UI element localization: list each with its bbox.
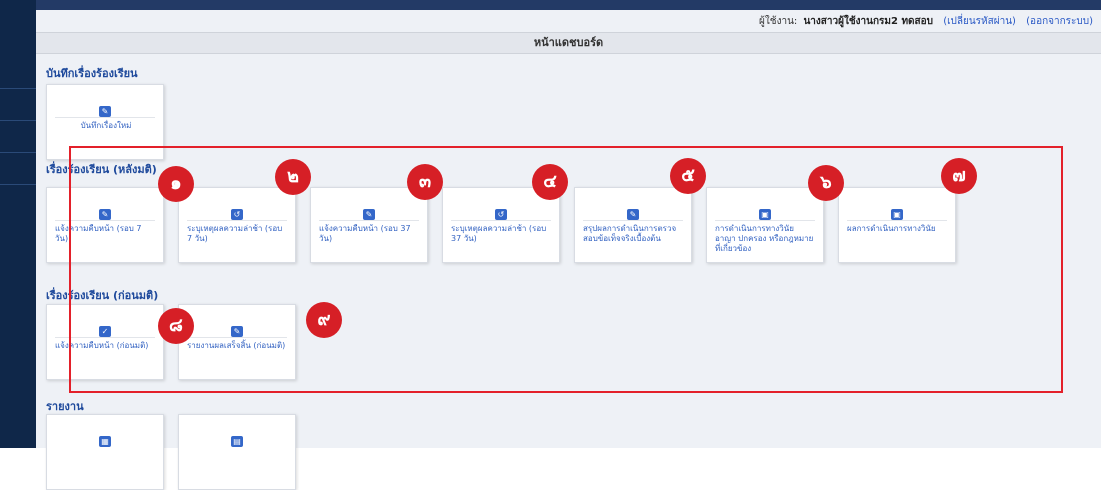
annotation-badge-9: ๙: [306, 302, 342, 338]
section-title-record: บันทึกเรื่องร้องเรียน: [46, 67, 138, 80]
user-name: นางสาวผู้ใช้งานกรม2 ทดสอบ: [803, 16, 933, 27]
calculator-icon: ▦: [99, 436, 111, 447]
annotation-badge-7: ๗: [941, 158, 977, 194]
card-label: บันทึกเรื่องใหม่: [80, 121, 132, 130]
annotation-badge-6: ๖: [808, 165, 844, 201]
calendar-icon: ▤: [231, 436, 243, 447]
annotation-badge-2: ๒: [275, 159, 311, 195]
sidebar-divider: [0, 120, 36, 121]
card-report-calendar[interactable]: ▤: [178, 414, 296, 490]
sidebar-divider: [0, 152, 36, 153]
section-title-report: รายงาน: [46, 400, 84, 413]
user-label: ผู้ใช้งาน:: [759, 16, 798, 27]
annotation-badge-8: ๘: [158, 308, 194, 344]
annotation-badge-5: ๕: [670, 158, 706, 194]
annotation-badge-3: ๓: [407, 164, 443, 200]
top-bar: [36, 0, 1101, 10]
sidebar-divider: [0, 88, 36, 89]
change-password-link[interactable]: (เปลี่ยนรหัสผ่าน): [943, 16, 1016, 27]
annotation-badge-4: ๔: [532, 164, 568, 200]
edit-icon: ✎: [99, 106, 111, 117]
annotation-badge-1: ๑: [158, 166, 194, 202]
left-sidebar: [0, 0, 36, 448]
user-bar: ผู้ใช้งาน: นางสาวผู้ใช้งานกรม2 ทดสอบ (เป…: [759, 14, 1093, 29]
card-report-calculator[interactable]: ▦: [46, 414, 164, 490]
logout-link[interactable]: (ออกจากระบบ): [1026, 16, 1093, 27]
page-title: หน้าแดชบอร์ด: [36, 32, 1101, 54]
sidebar-divider: [0, 184, 36, 185]
